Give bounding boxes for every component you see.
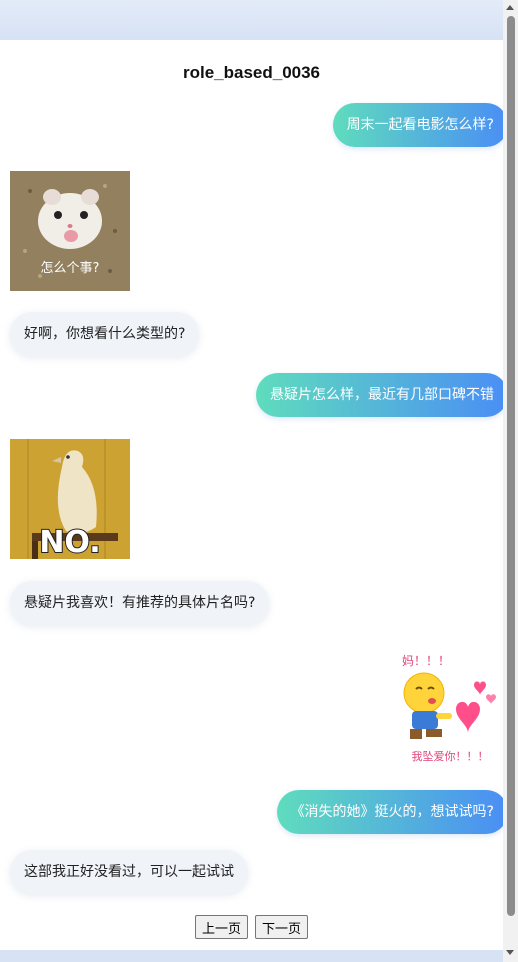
scroll-up-icon[interactable] (506, 5, 514, 10)
sticker-caption-bottom: 我坠爱你！！！ (412, 750, 489, 763)
chat-message-user: 周末一起看电影怎么样? (332, 103, 508, 147)
top-band (0, 0, 503, 40)
sticker-caption: NO. (39, 525, 100, 559)
page-title: role_based_0036 (182, 63, 321, 82)
scrollbar-thumb[interactable] (507, 16, 515, 916)
chat-message-user: 《消失的她》挺火的，想试试吗? (276, 790, 508, 834)
next-page-button[interactable]: 下一页 (255, 915, 309, 939)
pagination: 上一页 下一页 (0, 915, 503, 939)
chat-message-bot: 好啊，你想看什么类型的? (10, 312, 200, 356)
chat-message-user: 悬疑片怎么样，最近有几部口碑不错 (256, 373, 508, 417)
prev-page-button[interactable]: 上一页 (194, 915, 248, 939)
scroll-down-icon[interactable] (506, 950, 514, 955)
bottom-band (0, 950, 503, 962)
sticker-caption-top: 妈！！！ (402, 654, 450, 668)
chat-message-bot: 这部我正好没看过，可以一起试试 (10, 850, 248, 894)
hamster-sticker: 怎么个事? (10, 171, 130, 291)
chat-message-bot: 悬疑片我喜欢！有推荐的具体片名吗? (10, 581, 270, 625)
love-emoji-sticker: 妈！！！ 我坠爱你！！！ (388, 647, 508, 767)
scrollbar[interactable] (503, 0, 518, 962)
sticker-caption: 怎么个事? (41, 261, 100, 276)
bird-no-sticker: NO. (10, 439, 130, 559)
